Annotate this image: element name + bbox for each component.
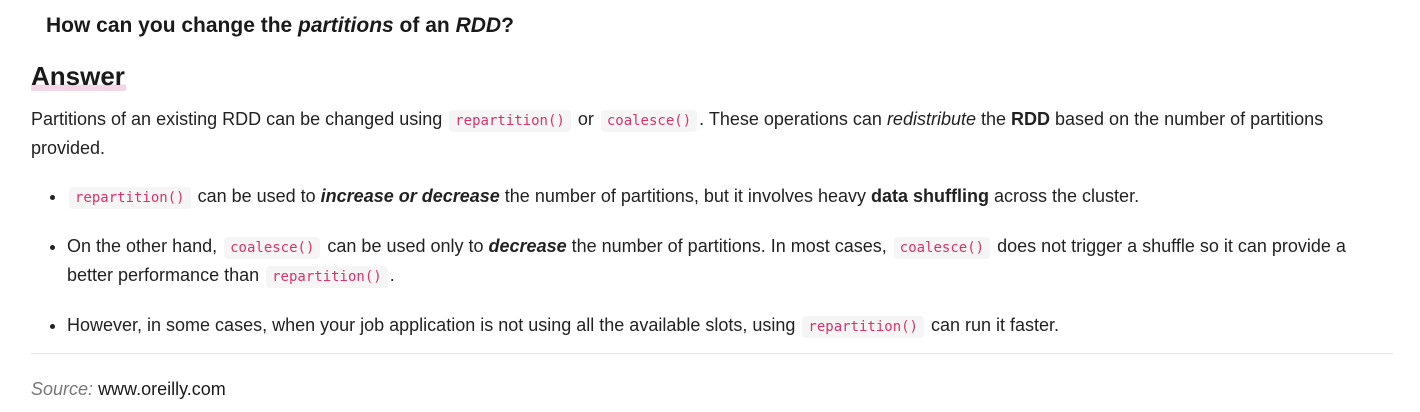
question-emphasis-partitions: partitions <box>298 14 394 37</box>
divider <box>31 353 1393 354</box>
question-emphasis-rdd: RDD <box>455 14 502 37</box>
intro-text-2: or <box>572 109 599 129</box>
bullet-text: On the other hand, <box>67 236 223 256</box>
intro-emphasis: redistribute <box>886 109 976 129</box>
source-link[interactable]: www.oreilly.com <box>98 379 226 399</box>
bullet-text: . <box>389 265 395 285</box>
list-item: However, in some cases, when your job ap… <box>67 312 1393 341</box>
source-line: Source: www.oreilly.com <box>31 376 226 403</box>
code-coalesce: coalesce() <box>224 237 321 259</box>
intro-text-1: Partitions of an existing RDD can be cha… <box>31 109 448 129</box>
code-coalesce: coalesce() <box>600 110 698 132</box>
list-item: repartition() can be used to increase or… <box>67 183 1393 212</box>
answer-heading: Answer <box>31 60 126 92</box>
intro-paragraph: Partitions of an existing RDD can be cha… <box>31 106 1393 162</box>
source-label: Source: <box>31 379 94 399</box>
code-repartition: repartition() <box>802 316 924 338</box>
question-text-1: How can you change the <box>46 14 299 37</box>
bullet-text: can run it faster. <box>925 315 1060 335</box>
bullet-strong-emphasis: decrease <box>489 236 567 256</box>
question-text-3: ? <box>501 14 514 37</box>
bullet-strong: data shuffling <box>871 186 989 206</box>
list-item: On the other hand, coalesce() can be use… <box>67 233 1393 291</box>
question-heading: How can you change the partitions of an … <box>46 12 514 40</box>
code-repartition: repartition() <box>266 266 388 288</box>
bullet-emphasis-text: increase or decrease <box>320 186 500 206</box>
code-repartition: repartition() <box>69 187 191 209</box>
code-coalesce: coalesce() <box>893 237 991 259</box>
bullet-text: can be used to <box>192 186 321 206</box>
answer-content: Partitions of an existing RDD can be cha… <box>31 106 1393 341</box>
bullet-text: the number of partitions, but it involve… <box>499 186 871 206</box>
bullet-text: However, in some cases, when your job ap… <box>67 315 801 335</box>
code-repartition: repartition() <box>449 110 571 132</box>
intro-strong: RDD <box>1011 109 1051 129</box>
intro-text-3: . These operations can <box>699 109 887 129</box>
answer-heading-text: Answer <box>31 61 126 91</box>
intro-text-4: the <box>975 109 1012 129</box>
bullet-text: can be used only to <box>322 236 489 256</box>
bullet-text: the number of partitions. In most cases, <box>566 236 892 256</box>
bullet-text: across the cluster. <box>989 186 1140 206</box>
answer-bullet-list: repartition() can be used to increase or… <box>31 183 1393 341</box>
bullet-emphasis-text: decrease <box>488 236 567 256</box>
bullet-strong-emphasis: increase or decrease <box>321 186 500 206</box>
question-text-2: of an <box>393 14 456 37</box>
